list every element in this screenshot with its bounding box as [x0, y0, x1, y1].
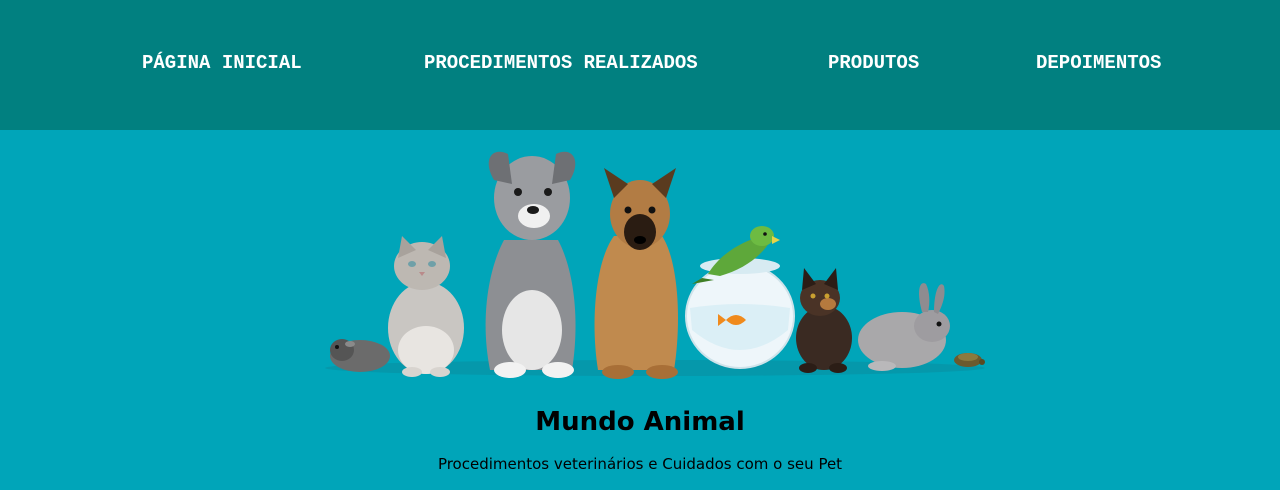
- site-title: Mundo Animal: [535, 407, 745, 438]
- turtle-illustration: [954, 353, 985, 367]
- shepherd-dog-illustration: [594, 168, 678, 379]
- nav-link-pagina-inicial[interactable]: PÁGINA INICIAL: [142, 52, 302, 74]
- pets-group-image: [325, 151, 985, 379]
- top-navigation: PÁGINA INICIAL PROCEDIMENTOS REALIZADOS …: [0, 0, 1280, 130]
- white-cat-illustration: [388, 236, 464, 377]
- fishbowl-illustration: [685, 258, 795, 369]
- nav-link-procedimentos-realizados[interactable]: PROCEDIMENTOS REALIZADOS: [424, 52, 698, 74]
- grey-rabbit-illustration: [858, 283, 950, 371]
- guinea-pig-illustration: [330, 339, 390, 372]
- nav-link-depoimentos[interactable]: DEPOIMENTOS: [1036, 52, 1161, 74]
- hero-section: Mundo Animal Procedimentos veterinários …: [0, 130, 1280, 490]
- site-subtitle: Procedimentos veterinários e Cuidados co…: [437, 455, 843, 473]
- grey-dog-illustration: [485, 151, 576, 378]
- nav-link-produtos[interactable]: PRODUTOS: [828, 52, 919, 74]
- tortoiseshell-kitten-illustration: [796, 268, 852, 373]
